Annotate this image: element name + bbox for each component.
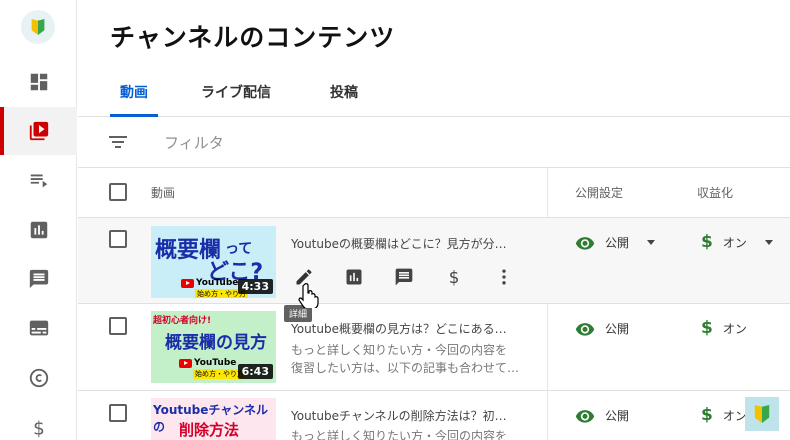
chevron-down-icon — [647, 240, 656, 245]
eye-icon — [575, 322, 595, 336]
header-visibility[interactable]: 公開設定 — [575, 184, 623, 201]
rail-content[interactable] — [0, 107, 77, 155]
svg-text:$: $ — [449, 268, 460, 287]
comments-button[interactable] — [391, 264, 417, 290]
video-description: 復習したい方は、以下の記事も合わせて… — [291, 361, 520, 375]
row-checkbox[interactable] — [109, 404, 127, 422]
header-video[interactable]: 動画 — [151, 184, 175, 201]
dollar-icon: $ — [701, 318, 713, 338]
analytics-icon — [346, 269, 362, 285]
thumbnail-text: 概要欄の見方 — [165, 333, 267, 353]
table-row[interactable]: 超初心者向け! 概要欄の見方 YouTube 始め方・やり方 6:43 Yout… — [78, 304, 790, 391]
video-title[interactable]: Youtube概要欄の見方は？どこにある… — [291, 320, 531, 337]
beginner-mark-badge — [745, 397, 779, 431]
tab-bar: 動画 ライブ配信 投稿 — [78, 72, 790, 117]
hand-cursor-icon — [298, 283, 319, 308]
video-description: もっと詳しく知りたい方・今回の内容を — [291, 429, 508, 440]
tab-videos[interactable]: 動画 — [110, 82, 158, 117]
svg-text:$: $ — [33, 418, 45, 439]
youtube-logo: YouTube — [181, 278, 238, 288]
filter-input[interactable]: フィルタ — [164, 132, 224, 153]
left-rail: $ — [0, 0, 77, 440]
video-thumbnail[interactable]: 概要欄 って どこ? YouTube 始め方・やり方 4:33 — [151, 226, 276, 298]
rail-comments[interactable] — [0, 255, 77, 303]
visibility-status[interactable]: 公開 — [575, 407, 629, 424]
header-monetization[interactable]: 収益化 — [697, 184, 733, 201]
visibility-dropdown[interactable]: 公開 — [575, 234, 656, 251]
dashboard-icon — [30, 73, 47, 91]
video-title[interactable]: Youtubeの概要欄はどこに？見方が分… — [291, 235, 531, 252]
beginner-mark-icon — [754, 405, 770, 423]
beginner-mark-icon — [31, 19, 45, 35]
rail-analytics[interactable] — [0, 206, 77, 254]
duration-badge: 4:33 — [237, 279, 273, 294]
video-thumbnail[interactable]: Youtubeチャンネルの 削除方法 — [151, 398, 276, 440]
rail-monetization[interactable]: $ — [0, 404, 77, 440]
dollar-icon: $ — [33, 418, 45, 439]
visibility-label: 公開 — [605, 322, 630, 336]
dollar-icon: $ — [701, 232, 713, 252]
channel-avatar[interactable] — [21, 10, 55, 44]
eye-icon — [575, 409, 595, 423]
playlist-icon — [30, 174, 47, 188]
dollar-icon: $ — [449, 268, 460, 287]
comment-icon — [395, 268, 413, 286]
page-title: チャンネルのコンテンツ — [110, 23, 396, 52]
more-vert-icon — [502, 269, 506, 285]
visibility-label: 公開 — [605, 236, 630, 250]
dollar-icon: $ — [701, 405, 713, 425]
row-checkbox[interactable] — [109, 317, 127, 335]
monetization-status[interactable]: $ オン — [701, 405, 747, 425]
select-all-checkbox[interactable] — [109, 183, 127, 201]
monetization-label: オン — [722, 408, 747, 423]
row-checkbox[interactable] — [109, 230, 127, 248]
subtitles-icon — [29, 320, 48, 336]
chevron-down-icon — [764, 239, 773, 245]
rail-playlists[interactable] — [0, 156, 77, 204]
visibility-status[interactable]: 公開 — [575, 320, 629, 337]
analytics-button[interactable] — [341, 264, 367, 290]
table-row[interactable]: 概要欄 って どこ? YouTube 始め方・やり方 4:33 Youtubeの… — [78, 218, 790, 304]
visibility-label: 公開 — [605, 409, 630, 423]
table-header: 動画 公開設定 収益化 — [78, 168, 790, 218]
thumbnail-text: 超初心者向け! — [153, 316, 212, 326]
video-title[interactable]: Youtubeチャンネルの削除方法は？初… — [291, 407, 531, 424]
table-row[interactable]: Youtubeチャンネルの 削除方法 Youtubeチャンネルの削除方法は？初…… — [78, 391, 790, 440]
filter-icon[interactable] — [108, 133, 128, 151]
tab-live[interactable]: ライブ配信 — [201, 82, 271, 117]
youtube-play-icon — [179, 358, 192, 368]
monetization-status[interactable]: $ オン — [701, 318, 747, 338]
monetization-label: オン — [722, 235, 747, 250]
monetization-dropdown[interactable]: $ オン — [701, 232, 773, 252]
eye-icon — [575, 236, 595, 250]
video-thumbnail[interactable]: 超初心者向け! 概要欄の見方 YouTube 始め方・やり方 6:43 — [151, 311, 276, 383]
rail-dashboard[interactable] — [0, 58, 77, 106]
comment-icon — [29, 269, 48, 289]
thumbnail-text: 削除方法 — [179, 421, 240, 439]
filter-bar: フィルタ — [78, 117, 790, 168]
tab-posts[interactable]: 投稿 — [330, 82, 358, 117]
rail-subtitles[interactable] — [0, 304, 77, 352]
more-options-button[interactable] — [491, 264, 517, 290]
youtube-logo: YouTube — [179, 358, 236, 368]
youtube-play-icon — [181, 278, 194, 288]
monetization-button[interactable]: $ — [441, 264, 467, 290]
monetization-label: オン — [722, 321, 747, 336]
video-library-icon — [29, 121, 48, 141]
duration-badge: 6:43 — [237, 364, 273, 379]
copyright-icon — [29, 368, 48, 388]
video-description: もっと詳しく知りたい方・今回の内容を — [291, 343, 508, 357]
analytics-icon — [30, 221, 47, 239]
rail-copyright[interactable] — [0, 354, 77, 402]
